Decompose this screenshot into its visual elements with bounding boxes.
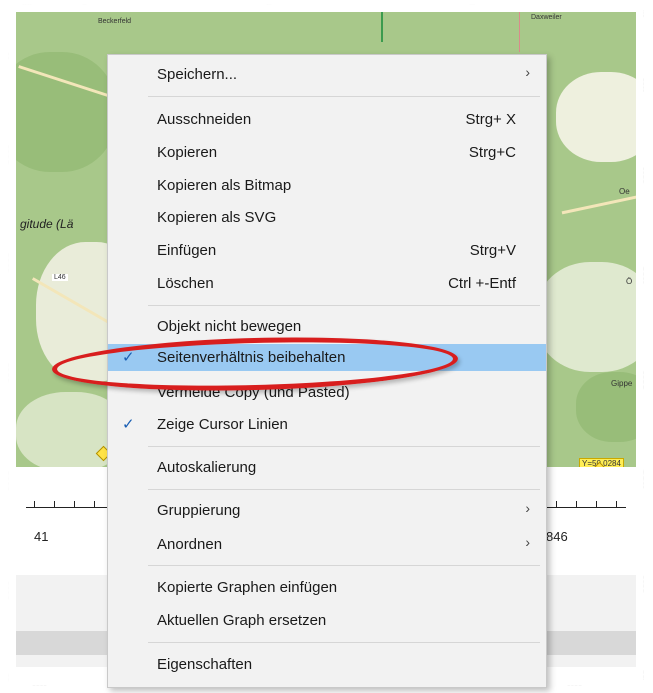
x-tick	[54, 501, 55, 508]
menu-item-shortcut: Strg+C	[468, 144, 516, 161]
x-tick	[34, 501, 35, 508]
road-label: L46	[52, 274, 68, 281]
menu-item-anordnen[interactable]: Anordnen ›	[108, 531, 546, 558]
place-label: Gippe	[611, 379, 633, 388]
river-line	[381, 12, 383, 42]
menu-item-kopieren[interactable]: Kopieren Strg+C	[108, 139, 546, 166]
menu-item-speichern[interactable]: Speichern... ›	[108, 61, 546, 88]
menu-item-label: Ausschneiden	[157, 111, 252, 128]
menu-item-vermeide-copy[interactable]: Vermeide Copy (und Pasted)	[108, 379, 546, 406]
checkmark-icon: ✓	[122, 349, 135, 366]
boundary-line	[519, 12, 520, 52]
menu-item-kopieren-svg[interactable]: Kopieren als SVG	[108, 204, 546, 231]
menu-item-shortcut: Strg+V	[469, 242, 516, 259]
menu-item-einfuegen[interactable]: Einfügen Strg+V	[108, 237, 546, 264]
x-tick	[596, 501, 597, 508]
menu-separator	[148, 446, 540, 447]
menu-item-label: Gruppierung	[157, 502, 241, 519]
x-tick	[94, 501, 95, 508]
menu-item-label: Einfügen	[157, 242, 217, 259]
x-tick	[74, 501, 75, 508]
menu-item-label: Objekt nicht bewegen	[157, 318, 302, 335]
menu-item-aktuellen-graph[interactable]: Aktuellen Graph ersetzen	[108, 607, 546, 634]
menu-item-gruppierung[interactable]: Gruppierung ›	[108, 497, 546, 524]
menu-item-eigenschaften[interactable]: Eigenschaften	[108, 651, 546, 678]
menu-item-label: Speichern...	[157, 66, 238, 83]
menu-item-label: Seitenverhältnis beibehalten	[157, 349, 346, 366]
menu-item-autoskalierung[interactable]: Autoskalierung	[108, 454, 546, 481]
x-tick-label: 41	[34, 529, 49, 544]
menu-separator	[148, 489, 540, 490]
x-tick	[616, 501, 617, 508]
menu-item-ausschneiden[interactable]: Ausschneiden Strg+ X	[108, 106, 546, 133]
context-menu: Speichern... › Ausschneiden Strg+ X Kopi…	[107, 54, 547, 688]
place-label: Daxweiler	[531, 14, 562, 21]
menu-item-zeige-cursor-linien[interactable]: ✓ Zeige Cursor Linien	[108, 411, 546, 438]
menu-separator	[148, 96, 540, 97]
menu-item-label: Löschen	[157, 275, 214, 292]
menu-item-label: Anordnen	[157, 536, 223, 553]
submenu-arrow-icon: ›	[525, 534, 530, 550]
menu-item-shortcut: Strg+ X	[465, 111, 516, 128]
menu-item-label: Autoskalierung	[157, 459, 257, 476]
menu-item-label: Eigenschaften	[157, 656, 253, 673]
menu-item-label: Kopieren als Bitmap	[157, 177, 292, 194]
menu-item-seitenverhaeltnis[interactable]: ✓ Seitenverhältnis beibehalten	[108, 344, 546, 371]
menu-separator	[148, 305, 540, 306]
menu-item-shortcut: Ctrl +-Entf	[448, 275, 516, 292]
menu-item-kopieren-bitmap[interactable]: Kopieren als Bitmap	[108, 172, 546, 199]
menu-separator	[148, 642, 540, 643]
x-tick	[556, 501, 557, 508]
field-patch	[556, 72, 636, 162]
x-tick	[576, 501, 577, 508]
y-axis-label: gitude (Lä	[20, 217, 74, 231]
place-label: Oe	[619, 187, 630, 196]
menu-item-label: Kopieren als SVG	[157, 209, 277, 226]
menu-item-label: Zeige Cursor Linien	[157, 416, 288, 433]
place-label: Beckerfeld	[98, 18, 132, 25]
checkmark-icon: ✓	[122, 416, 135, 433]
place-label: Ö	[626, 277, 633, 286]
submenu-arrow-icon: ›	[525, 64, 530, 80]
x-tick-label: 846	[546, 529, 568, 544]
menu-item-objekt-nicht-bewegen[interactable]: Objekt nicht bewegen	[108, 313, 546, 340]
menu-separator	[148, 565, 540, 566]
menu-item-label: Kopieren	[157, 144, 218, 161]
menu-item-label: Vermeide Copy (und Pasted)	[157, 384, 350, 401]
field-patch	[536, 262, 636, 372]
menu-item-label: Aktuellen Graph ersetzen	[157, 612, 327, 629]
submenu-arrow-icon: ›	[525, 500, 530, 516]
menu-item-kopierte-graphen[interactable]: Kopierte Graphen einfügen	[108, 574, 546, 601]
menu-item-loeschen[interactable]: Löschen Ctrl +-Entf	[108, 270, 546, 297]
menu-item-label: Kopierte Graphen einfügen	[157, 579, 338, 596]
